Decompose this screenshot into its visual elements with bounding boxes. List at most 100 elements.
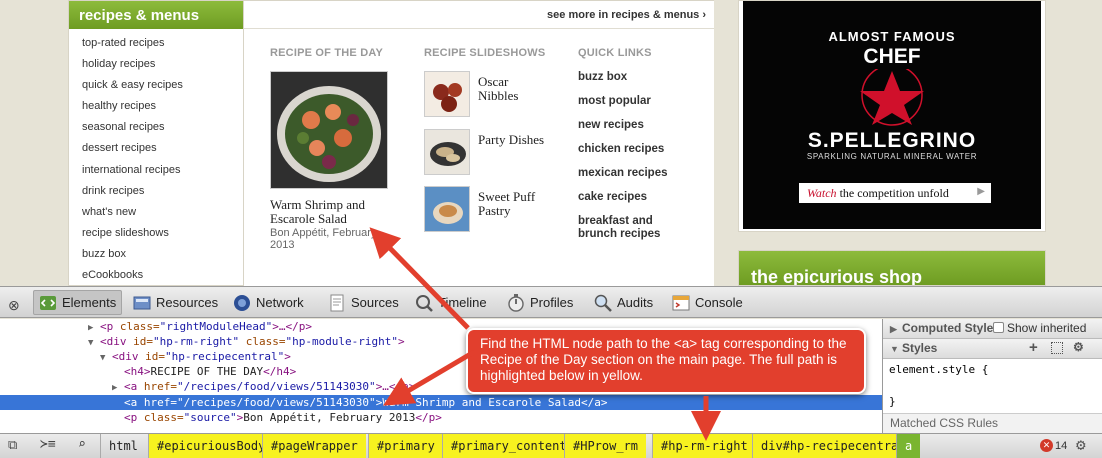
computed-style-label: Computed Style	[902, 321, 994, 335]
tab-console[interactable]: Console	[672, 290, 743, 315]
dom-node[interactable]: <p class="source">Bon Appétit, February …	[124, 410, 442, 425]
sidebar-item-whats-new[interactable]: what's new	[82, 202, 243, 223]
error-icon[interactable]: ✕	[1040, 439, 1053, 452]
dom-node[interactable]: ▶ <p class="rightModuleHead">…</p>	[88, 319, 312, 334]
settings-gear-icon[interactable]: ⚙	[1076, 435, 1086, 454]
close-icon[interactable]: ⊗	[8, 297, 20, 314]
rotd-image[interactable]	[270, 71, 388, 189]
tab-label: Elements	[62, 295, 117, 310]
epicurious-shop-banner[interactable]: the epicurious shop	[738, 250, 1046, 286]
dom-tag: </p>	[415, 411, 442, 424]
quick-link-most-popular[interactable]: most popular	[578, 95, 688, 108]
quick-link-new-recipes[interactable]: new recipes	[578, 119, 688, 132]
dom-val: "hp-module-right"	[285, 335, 399, 348]
sidebar-item-buzz-box[interactable]: buzz box	[82, 244, 243, 265]
matched-css-rules-header[interactable]: Matched CSS Rules	[883, 413, 1102, 433]
see-more-link[interactable]: see more in recipes & menus ›	[547, 9, 706, 21]
quick-link-chicken[interactable]: chicken recipes	[578, 143, 688, 156]
tab-profiles[interactable]: Profiles	[507, 290, 573, 315]
styles-sidebar: ▶ Computed Style Show inherited ▼ Styles +…	[882, 319, 1102, 433]
ad-watch-word: Watch	[807, 186, 837, 200]
rotd-source: Bon Appétit, February 2013	[270, 227, 377, 251]
show-inherited-label: Show inherited	[1007, 321, 1087, 335]
elements-icon	[39, 294, 57, 312]
styles-header[interactable]: ▼ Styles + ⚙	[883, 339, 1102, 359]
dom-text: RECIPE OF THE DAY	[150, 365, 264, 378]
crumb-html[interactable]: html	[100, 434, 146, 458]
dom-attr: class=	[119, 320, 160, 333]
quick-links-list: buzz box most popular new recipes chicke…	[578, 71, 688, 252]
ad-watch-button[interactable]: Watch the competition unfold ▶	[799, 183, 991, 203]
dom-node[interactable]: ▶ <a href="/recipes/food/views/51143030">…	[112, 379, 415, 394]
tab-network[interactable]: Network	[233, 290, 304, 315]
sidebar-item-slideshows[interactable]: recipe slideshows	[82, 223, 243, 244]
computed-style-header[interactable]: ▶ Computed Style Show inherited	[883, 319, 1102, 339]
search-icon[interactable]: ⌕	[78, 437, 86, 452]
crumb-page-wrapper[interactable]: #pageWrapper	[262, 434, 366, 458]
add-rule-icon[interactable]: +	[1029, 339, 1038, 356]
sidebar-item-drink[interactable]: drink recipes	[82, 181, 243, 202]
pellegrino-ad[interactable]: ALMOST FAMOUS CHEF S.PELLEGRINO SPARKLIN…	[738, 0, 1046, 232]
dom-node[interactable]: <h4>RECIPE OF THE DAY</h4>	[124, 364, 296, 379]
dom-node-selected[interactable]: <a href="/recipes/food/views/51143030">W…	[0, 395, 882, 410]
sidebar-item-holiday[interactable]: holiday recipes	[82, 54, 243, 75]
expand-triangle-icon[interactable]: ▶	[890, 324, 902, 335]
dom-tag: <div	[100, 335, 134, 348]
gear-icon[interactable]: ⚙	[1073, 340, 1084, 354]
tab-label: Console	[695, 295, 743, 310]
quick-link-mexican[interactable]: mexican recipes	[578, 167, 688, 180]
ad-banner: ALMOST FAMOUS CHEF S.PELLEGRINO SPARKLIN…	[743, 1, 1041, 229]
collapse-triangle-icon[interactable]: ▼	[100, 351, 112, 366]
show-inherited-checkbox[interactable]	[993, 322, 1004, 333]
expand-triangle-icon[interactable]: ▶	[112, 381, 124, 396]
sidebar-item-seasonal[interactable]: seasonal recipes	[82, 117, 243, 138]
tab-audits[interactable]: Audits	[594, 290, 653, 315]
crumb-div-hp-recipecentral[interactable]: div#hp-recipecentral	[752, 434, 914, 458]
sidebar-item-top-rated[interactable]: top-rated recipes	[82, 33, 243, 54]
slideshow-label: Oscar Nibbles	[478, 74, 519, 103]
tab-timeline[interactable]: Timeline	[415, 290, 487, 315]
tab-label: Network	[256, 295, 304, 310]
sidebar-item-international[interactable]: international recipes	[82, 160, 243, 181]
sidebar-item-ecookbooks[interactable]: eCookbooks	[82, 265, 243, 286]
sidebar-title: recipes & menus	[69, 1, 243, 29]
ad-headline: ALMOST FAMOUS	[828, 29, 956, 44]
crumb-hprow-rm[interactable]: #HProw_rm	[564, 434, 647, 458]
rule-close-brace: }	[889, 395, 896, 408]
slideshow-sweet-puff-pastry[interactable]: Sweet Puff Pastry	[424, 186, 564, 232]
sidebar-item-dessert[interactable]: dessert recipes	[82, 138, 243, 159]
dom-tag: <a	[124, 396, 144, 409]
element-style-rule[interactable]: element.style { }	[883, 359, 1102, 413]
tab-elements[interactable]: Elements	[33, 290, 123, 315]
crumb-hp-rm-right[interactable]: #hp-rm-right	[652, 434, 756, 458]
rotd-title-link[interactable]: Warm Shrimp and Escarole Salad	[270, 198, 390, 226]
quick-link-breakfast-brunch[interactable]: breakfast and brunch recipes	[578, 215, 688, 241]
annotation-callout: Find the HTML node path to the <a> tag c…	[466, 328, 866, 394]
crumb-primary[interactable]: #primary	[368, 434, 443, 458]
dom-val: "/recipes/food/views/51143030"	[177, 380, 376, 393]
globe-icon	[233, 294, 251, 312]
slideshow-thumb	[424, 71, 470, 117]
recipes-panel: see more in recipes & menus › RECIPE OF …	[244, 0, 714, 286]
element-state-icon[interactable]	[1051, 342, 1063, 354]
crumb-a-selected[interactable]: a	[896, 434, 921, 458]
quick-link-buzz-box[interactable]: buzz box	[578, 71, 688, 84]
sources-icon	[328, 294, 346, 312]
dom-node[interactable]: ▼ <div id="hp-rm-right" class="hp-module-…	[88, 334, 405, 349]
slideshow-oscar-nibbles[interactable]: Oscar Nibbles	[424, 71, 564, 117]
sidebar-item-quick-easy[interactable]: quick & easy recipes	[82, 75, 243, 96]
collapse-triangle-icon[interactable]: ▼	[890, 344, 902, 354]
console-drawer-icon[interactable]: ≻≡	[40, 437, 56, 452]
collapse-triangle-icon[interactable]: ▼	[88, 336, 100, 351]
tab-resources[interactable]: Resources	[133, 290, 218, 315]
dom-tag: >…</p>	[272, 320, 312, 333]
slideshow-thumb	[424, 186, 470, 232]
crumb-epicurious-body[interactable]: #epicuriousBody	[148, 434, 274, 458]
sidebar-item-healthy[interactable]: healthy recipes	[82, 96, 243, 117]
dock-icon[interactable]: ⧉	[8, 438, 17, 453]
quick-link-cake[interactable]: cake recipes	[578, 191, 688, 204]
slideshow-party-dishes[interactable]: Party Dishes	[424, 129, 564, 175]
crumb-primary-content[interactable]: #primary_content	[442, 434, 575, 458]
dom-node[interactable]: ▼ <div id="hp-recipecentral">	[100, 349, 291, 364]
tab-sources[interactable]: Sources	[328, 290, 399, 315]
